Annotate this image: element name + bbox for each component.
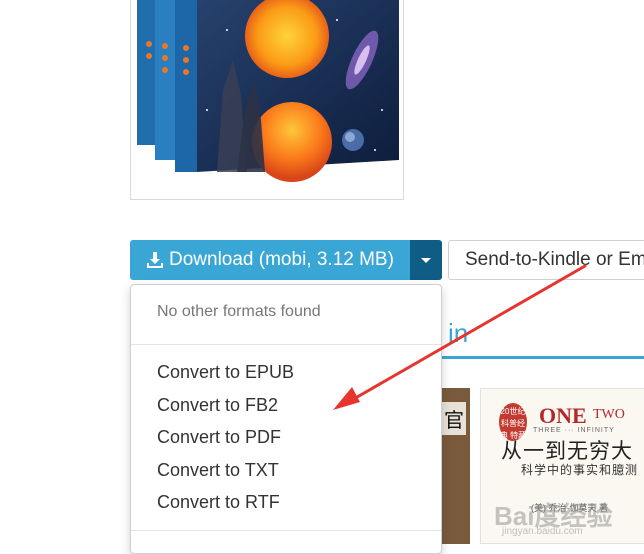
annotation-arrow	[333, 264, 587, 410]
